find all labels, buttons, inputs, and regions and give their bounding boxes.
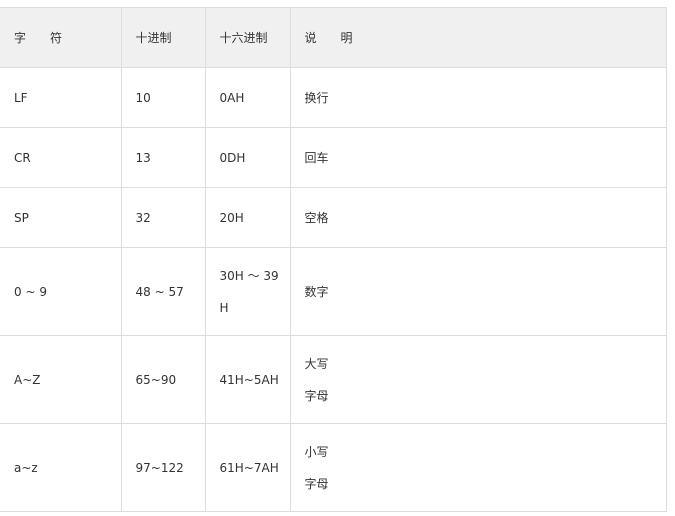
cell-decimal: 13 [120,127,206,188]
cell-description: 小写字母 [289,423,667,512]
cell-hex: 20H [204,187,291,248]
table-header-row: 字 符 十进制 十六进制 说 明 [0,7,667,68]
cell-decimal: 32 [120,187,206,248]
cell-description-text: 大写字母 [304,356,329,403]
table-row: LF 10 0AH 换行 [0,67,667,128]
header-char: 字 符 [0,7,122,68]
cell-description: 换行 [289,67,667,128]
cell-hex: 30H ～ 39H [204,247,291,336]
cell-description-text: 小写字母 [304,444,329,491]
table-row: 0 ~ 9 48 ~ 57 30H ～ 39H 数字 [0,247,667,336]
cell-decimal: 48 ~ 57 [120,247,206,336]
cell-char: LF [0,67,122,128]
table-row: SP 32 20H 空格 [0,187,667,248]
cell-decimal: 65~90 [120,335,206,424]
cell-hex: 0AH [204,67,291,128]
cell-description: 大写字母 [289,335,667,424]
cell-hex: 61H~7AH [204,423,291,512]
cell-char: 0 ~ 9 [0,247,122,336]
ascii-table: 字 符 十进制 十六进制 说 明 LF 10 0AH 换行 CR 13 0DH … [0,7,667,512]
cell-hex: 41H~5AH [204,335,291,424]
table-row: CR 13 0DH 回车 [0,127,667,188]
header-description: 说 明 [289,7,667,68]
cell-char: SP [0,187,122,248]
cell-decimal: 10 [120,67,206,128]
cell-char: A~Z [0,335,122,424]
cell-char: a~z [0,423,122,512]
cell-char: CR [0,127,122,188]
cell-description: 数字 [289,247,667,336]
cell-hex: 0DH [204,127,291,188]
header-decimal: 十进制 [120,7,206,68]
cell-decimal: 97~122 [120,423,206,512]
table-row: a~z 97~122 61H~7AH 小写字母 [0,423,667,512]
cell-description: 空格 [289,187,667,248]
header-hex: 十六进制 [204,7,291,68]
cell-description: 回车 [289,127,667,188]
table-row: A~Z 65~90 41H~5AH 大写字母 [0,335,667,424]
